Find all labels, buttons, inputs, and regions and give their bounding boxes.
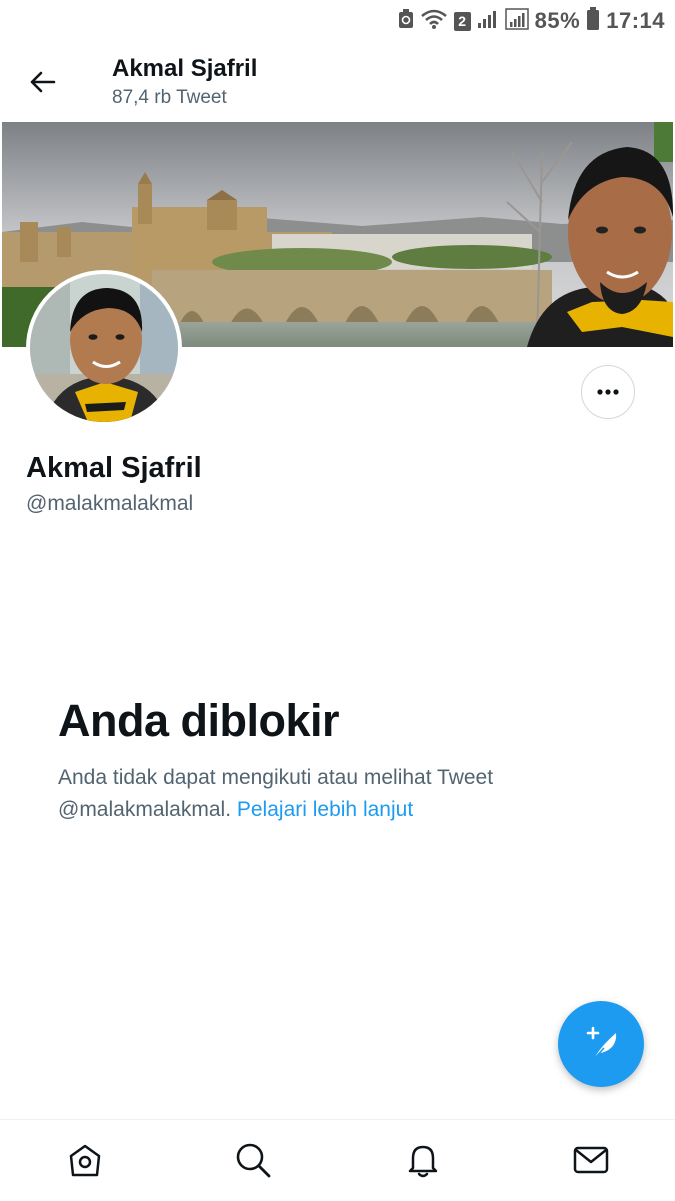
nav-messages[interactable]: [569, 1138, 613, 1182]
signal-icon: [477, 9, 499, 34]
avatar-image: [30, 274, 178, 422]
arrow-left-icon: [30, 71, 56, 93]
status-bar: 2 85% 17:14: [0, 0, 675, 42]
status-icons: 2 85% 17:14: [398, 6, 665, 36]
notifications-icon: [408, 1145, 438, 1178]
clock: 17:14: [606, 8, 665, 33]
profile-name: Akmal Sjafril: [26, 452, 202, 484]
back-button[interactable]: [22, 62, 62, 102]
nav-search[interactable]: [231, 1138, 275, 1182]
nav-home[interactable]: [63, 1138, 107, 1182]
profile-avatar[interactable]: [26, 270, 182, 426]
search-icon: [236, 1143, 271, 1178]
sim-badge: 2: [453, 11, 471, 31]
blocked-description-handle: @malakmalakmal.: [58, 798, 232, 821]
profile-handle: @malakmalakmal: [26, 492, 194, 515]
signal-icon-2: [504, 7, 529, 35]
more-options-button[interactable]: [581, 365, 635, 419]
blocked-title: Anda diblokir: [58, 695, 340, 746]
compose-tweet-button[interactable]: [558, 1001, 644, 1087]
compose-tweet-icon: [586, 1026, 617, 1060]
bottom-navigation: [0, 1119, 675, 1201]
tweet-count: 87,4 rb Tweet: [112, 87, 227, 108]
learn-more-link[interactable]: Pelajari lebih lanjut: [237, 798, 413, 821]
blocked-description: Anda tidak dapat mengikuti atau melihat …: [58, 762, 618, 826]
battery-percent: 85%: [534, 8, 581, 33]
header-title: Akmal Sjafril: [112, 55, 258, 82]
messages-icon: [573, 1146, 609, 1174]
more-horizontal-icon: [597, 389, 619, 395]
home-icon: [69, 1144, 101, 1177]
battery-icon: [586, 6, 600, 36]
profile-header: Akmal Sjafril 87,4 rb Tweet: [0, 42, 675, 122]
blocked-description-text: Anda tidak dapat mengikuti atau melihat …: [58, 766, 494, 789]
nav-notifications[interactable]: [401, 1138, 445, 1182]
wifi-icon: [420, 8, 448, 35]
data-saver-icon: [398, 8, 414, 34]
